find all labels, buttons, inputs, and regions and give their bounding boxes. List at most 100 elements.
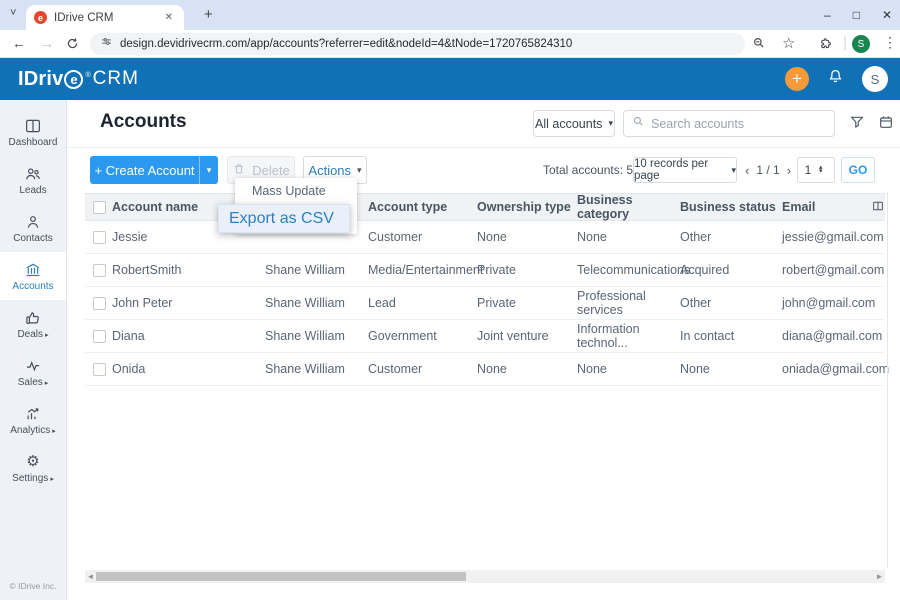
cell-owner: Shane William <box>265 296 345 310</box>
column-picker-icon[interactable] <box>871 199 885 216</box>
sidebar-item-analytics[interactable]: Analytics ▸ <box>0 396 66 444</box>
column-header[interactable]: Business status <box>680 200 782 214</box>
row-checkbox[interactable] <box>93 263 106 277</box>
caret-down-icon: ▾ <box>608 118 613 128</box>
sidebar-item-settings[interactable]: ⚙ Settings ▸ <box>0 444 66 492</box>
create-caret-down-icon[interactable]: ▾ <box>200 165 218 176</box>
tab-close-icon[interactable]: ✕ <box>162 10 176 25</box>
search-box[interactable] <box>623 110 835 137</box>
browser-addressbar: ← → design.devidrivecrm.com/app/accounts… <box>0 30 900 58</box>
sidebar-item-label: Sales ▸ <box>17 376 49 388</box>
account-view-select[interactable]: All accounts ▾ <box>533 110 615 137</box>
row-checkbox[interactable] <box>93 296 106 310</box>
leads-icon <box>24 165 42 183</box>
sidebar-item-deals[interactable]: Deals ▸ <box>0 300 66 348</box>
sidebar-item-dashboard[interactable]: Dashboard <box>0 108 66 156</box>
column-header[interactable]: Email <box>782 200 867 214</box>
dashboard-icon <box>24 117 42 135</box>
select-all-checkbox[interactable] <box>93 200 106 214</box>
total-accounts: Total accounts: 5 <box>543 156 633 184</box>
create-account-label: + Create Account <box>94 162 195 178</box>
horizontal-scrollbar[interactable]: ◄ ► <box>85 570 885 583</box>
column-header[interactable]: Ownership type <box>477 200 577 214</box>
cell-email: jessie@gmail.com <box>782 230 884 244</box>
cell-email: oniada@gmail.com <box>782 362 890 376</box>
table-right-border <box>887 193 888 568</box>
records-per-page-select[interactable]: 10 records per page ▾ <box>633 157 737 183</box>
notifications-bell-icon[interactable] <box>826 67 845 91</box>
browser-profile-avatar[interactable]: S <box>852 35 870 53</box>
page-number-stepper[interactable]: ▴ ▾ <box>797 157 835 183</box>
accounts-icon <box>24 261 42 279</box>
row-checkbox[interactable] <box>93 362 106 376</box>
quick-add-button[interactable]: + <box>785 67 809 91</box>
table-row[interactable]: Jessie Customer None None Other jessie@gmail.… <box>85 221 885 254</box>
search-input[interactable] <box>651 116 826 131</box>
menu-item-export-as-csv[interactable]: Export as CSV <box>218 204 350 233</box>
stepper-arrows[interactable]: ▴ ▾ <box>819 164 823 175</box>
page-number-input[interactable] <box>798 163 818 177</box>
sidebar-item-accounts[interactable]: Accounts <box>0 252 66 300</box>
records-per-page-value: 10 records per page <box>634 158 709 182</box>
url-bar[interactable]: design.devidrivecrm.com/app/accounts?ref… <box>90 33 745 55</box>
window-close-button[interactable]: ✕ <box>882 8 892 22</box>
cell-status: None <box>680 362 710 376</box>
new-tab-button[interactable]: + <box>198 4 219 25</box>
window-maximize-button[interactable]: □ <box>853 8 860 22</box>
calendar-icon[interactable] <box>878 114 894 135</box>
submenu-arrow-icon: ▸ <box>50 475 54 483</box>
user-avatar[interactable]: S <box>862 66 888 92</box>
previous-page-icon[interactable]: ‹ <box>745 163 749 178</box>
table-row[interactable]: John Peter Shane William Lead Private Profes… <box>85 287 885 320</box>
zoom-indicator-icon[interactable] <box>752 36 766 55</box>
sidebar-item-leads[interactable]: Leads <box>0 156 66 204</box>
cell-type: Lead <box>368 296 396 310</box>
idrive-crm-logo: IDriv e ® CRM <box>18 68 139 91</box>
analytics-icon <box>24 405 42 423</box>
cell-ownership: Private <box>477 296 516 310</box>
column-header[interactable]: Business category <box>577 193 680 221</box>
back-icon[interactable]: ← <box>12 35 26 51</box>
logo-e-icon: e <box>64 69 84 89</box>
copyright-text: © IDrive Inc. <box>9 581 57 591</box>
scroll-left-icon[interactable]: ◄ <box>85 572 96 581</box>
table-row[interactable]: Diana Shane William Government Joint ventur… <box>85 320 885 353</box>
stepper-down-icon[interactable]: ▾ <box>819 168 823 175</box>
cell-ownership: None <box>477 230 507 244</box>
cell-status: Other <box>680 230 712 244</box>
cell-email: robert@gmail.com <box>782 263 885 277</box>
tab-search-chevron-icon[interactable]: ˅ <box>10 7 16 19</box>
table-row[interactable]: RobertSmith Shane William Media/Entertainm… <box>85 254 885 287</box>
scrollbar-thumb[interactable] <box>96 572 466 581</box>
extensions-icon[interactable] <box>819 36 834 56</box>
cell-ownership: None <box>477 362 507 376</box>
browser-menu-dots-icon[interactable]: ⋮ <box>883 34 897 51</box>
browser-tab[interactable]: e IDrive CRM ✕ <box>26 5 184 30</box>
scroll-right-icon[interactable]: ► <box>874 572 885 581</box>
window-minimize-button[interactable]: – <box>824 8 831 22</box>
sidebar-item-contacts[interactable]: Contacts <box>0 204 66 252</box>
bookmark-star-icon[interactable]: ☆ <box>782 34 795 52</box>
go-button[interactable]: GO <box>841 157 875 183</box>
cell-name: Diana <box>112 329 145 343</box>
create-account-button[interactable]: + Create Account ▾ <box>90 156 218 184</box>
row-checkbox[interactable] <box>93 329 106 343</box>
sales-icon <box>24 357 42 375</box>
sidebar-item-label: Analytics ▸ <box>10 424 56 436</box>
scrollbar-track[interactable] <box>96 570 874 583</box>
cell-owner: Shane William <box>265 263 345 277</box>
row-checkbox[interactable] <box>93 230 106 244</box>
filter-icon[interactable] <box>849 114 865 135</box>
cell-owner: Shane William <box>265 362 345 376</box>
settings-icon: ⚙ <box>26 453 40 470</box>
reload-icon[interactable] <box>66 37 79 53</box>
cell-category: Professional services <box>577 289 646 317</box>
sidebar-item-label: Contacts <box>13 232 53 244</box>
column-header[interactable]: Account type <box>368 200 477 214</box>
next-page-icon[interactable]: › <box>787 163 791 178</box>
table-row[interactable]: Onida Shane William Customer None None None on… <box>85 353 890 386</box>
menu-item-mass-update[interactable]: Mass Update <box>235 178 357 203</box>
site-info-icon[interactable] <box>100 35 113 53</box>
sidebar-nav: Dashboard Leads Contacts Accounts Deals ▸ Sale… <box>0 100 66 492</box>
sidebar-item-sales[interactable]: Sales ▸ <box>0 348 66 396</box>
